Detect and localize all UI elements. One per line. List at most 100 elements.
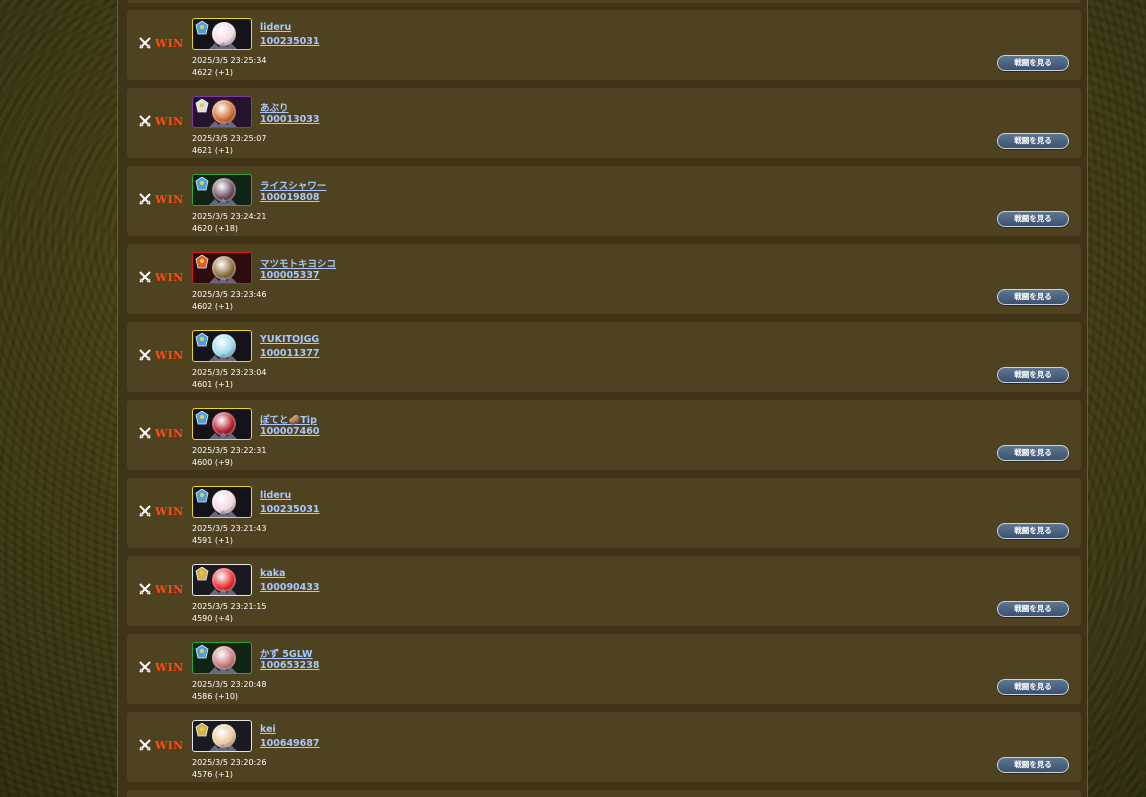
crossed-swords-icon bbox=[139, 37, 151, 49]
result-label: WIN bbox=[155, 660, 184, 674]
battle-card: WIN かず 5GLW 100653238 2025/3/5 23:20:48 … bbox=[127, 634, 1081, 704]
rating-change: 4600 (+9) bbox=[192, 458, 233, 467]
player-avatar[interactable] bbox=[192, 18, 252, 50]
crossed-swords-icon bbox=[139, 427, 151, 439]
player-id-link[interactable]: 100653238 bbox=[260, 660, 320, 671]
player-id-link[interactable]: 100090433 bbox=[260, 582, 320, 593]
player-avatar[interactable] bbox=[192, 408, 252, 440]
rating-change: 4621 (+1) bbox=[192, 146, 233, 155]
player-avatar[interactable] bbox=[192, 174, 252, 206]
player-avatar[interactable] bbox=[192, 486, 252, 518]
avatar-frame-decoration-icon bbox=[209, 354, 237, 361]
view-battle-button[interactable]: 戦闘を見る bbox=[997, 523, 1069, 539]
battle-datetime: 2025/3/5 23:25:34 bbox=[192, 56, 267, 65]
battle-datetime: 2025/3/5 23:23:04 bbox=[192, 368, 267, 377]
result-label: WIN bbox=[155, 426, 184, 440]
view-battle-button[interactable]: 戦闘を見る bbox=[997, 679, 1069, 695]
player-name-link[interactable]: かず 5GLW bbox=[260, 646, 313, 660]
player-avatar[interactable] bbox=[192, 564, 252, 596]
avatar-frame-decoration-icon bbox=[209, 666, 237, 673]
player-id-link[interactable]: 100013033 bbox=[260, 114, 320, 125]
battle-datetime: 2025/3/5 23:21:43 bbox=[192, 524, 267, 533]
battle-card: WIN lideru 100235031 2025/3/5 23:21:43 4… bbox=[127, 478, 1081, 548]
view-battle-button[interactable]: 戦闘を見る bbox=[997, 133, 1069, 149]
crossed-swords-icon bbox=[139, 271, 151, 283]
result-label: WIN bbox=[155, 270, 184, 284]
battle-card: WIN ぽてと🥔Tip 100007460 2025/3/5 23:22:31 … bbox=[127, 400, 1081, 470]
player-name-link[interactable]: kaka bbox=[260, 568, 285, 579]
crossed-swords-icon bbox=[139, 505, 151, 517]
player-avatar[interactable] bbox=[192, 720, 252, 752]
player-id-link[interactable]: 100011377 bbox=[260, 348, 320, 359]
player-id-link[interactable]: 100019808 bbox=[260, 192, 320, 203]
rating-change: 4576 (+1) bbox=[192, 770, 233, 779]
avatar-frame-decoration-icon bbox=[209, 744, 237, 751]
player-avatar[interactable] bbox=[192, 96, 252, 128]
result: WIN bbox=[139, 270, 183, 284]
result-label: WIN bbox=[155, 504, 184, 518]
rating-change: 4601 (+1) bbox=[192, 380, 233, 389]
crossed-swords-icon bbox=[139, 583, 151, 595]
player-id-link[interactable]: 100235031 bbox=[260, 504, 320, 515]
result: WIN bbox=[139, 36, 183, 50]
golden-beast-icon bbox=[195, 723, 209, 737]
player-name-link[interactable]: YUKITOJGG bbox=[260, 334, 319, 345]
player-name-link[interactable]: ぽてと🥔Tip bbox=[260, 412, 317, 426]
avatar-frame-decoration-icon bbox=[209, 432, 237, 439]
player-name-link[interactable]: あぶり bbox=[260, 100, 289, 114]
result: WIN bbox=[139, 738, 183, 752]
skull-icon bbox=[195, 99, 209, 113]
view-battle-button[interactable]: 戦闘を見る bbox=[997, 445, 1069, 461]
battle-datetime: 2025/3/5 23:20:48 bbox=[192, 680, 267, 689]
player-name-link[interactable]: lideru bbox=[260, 490, 291, 501]
avatar-frame-decoration-icon bbox=[209, 120, 237, 127]
player-id-link[interactable]: 100649687 bbox=[260, 738, 320, 749]
player-name-link[interactable]: ライスシャワー bbox=[260, 178, 326, 192]
player-id-link[interactable]: 100235031 bbox=[260, 36, 320, 47]
rating-change: 4591 (+1) bbox=[192, 536, 233, 545]
blue-knight-icon bbox=[195, 411, 209, 425]
crossed-swords-icon bbox=[139, 661, 151, 673]
battle-card: WIN YUKITOJGG 100011377 2025/3/5 23:23:0… bbox=[127, 322, 1081, 392]
next-card-edge bbox=[127, 790, 1081, 797]
crossed-swords-icon bbox=[139, 349, 151, 361]
battle-datetime: 2025/3/5 23:25:07 bbox=[192, 134, 267, 143]
result-label: WIN bbox=[155, 114, 184, 128]
view-battle-button[interactable]: 戦闘を見る bbox=[997, 289, 1069, 305]
player-avatar[interactable] bbox=[192, 252, 252, 284]
avatar-frame-decoration-icon bbox=[209, 276, 237, 283]
player-avatar[interactable] bbox=[192, 642, 252, 674]
player-id-link[interactable]: 100005337 bbox=[260, 270, 320, 281]
view-battle-button[interactable]: 戦闘を見る bbox=[997, 55, 1069, 71]
blue-knight-icon bbox=[195, 645, 209, 659]
result: WIN bbox=[139, 426, 183, 440]
blue-knight-icon bbox=[195, 333, 209, 347]
result: WIN bbox=[139, 660, 183, 674]
view-battle-button[interactable]: 戦闘を見る bbox=[997, 367, 1069, 383]
result-label: WIN bbox=[155, 582, 184, 596]
battle-card: WIN kei 100649687 2025/3/5 23:20:26 4576… bbox=[127, 712, 1081, 782]
player-name-link[interactable]: lideru bbox=[260, 22, 291, 33]
view-battle-button[interactable]: 戦闘を見る bbox=[997, 601, 1069, 617]
player-name-link[interactable]: マツモトキヨシコ bbox=[260, 256, 336, 270]
rating-change: 4590 (+4) bbox=[192, 614, 233, 623]
result-label: WIN bbox=[155, 192, 184, 206]
player-id-link[interactable]: 100007460 bbox=[260, 426, 320, 437]
golden-beast-icon bbox=[195, 567, 209, 581]
rating-change: 4586 (+10) bbox=[192, 692, 239, 701]
view-battle-button[interactable]: 戦闘を見る bbox=[997, 211, 1069, 227]
rating-change: 4602 (+1) bbox=[192, 302, 233, 311]
blue-knight-icon bbox=[195, 177, 209, 191]
view-battle-button[interactable]: 戦闘を見る bbox=[997, 757, 1069, 773]
player-avatar[interactable] bbox=[192, 330, 252, 362]
dragon-icon bbox=[195, 255, 209, 269]
battle-datetime: 2025/3/5 23:23:46 bbox=[192, 290, 267, 299]
crossed-swords-icon bbox=[139, 739, 151, 751]
player-name-link[interactable]: kei bbox=[260, 724, 276, 735]
battle-card: WIN ライスシャワー 100019808 2025/3/5 23:24:21 … bbox=[127, 166, 1081, 236]
blue-knight-icon bbox=[195, 21, 209, 35]
rating-change: 4622 (+1) bbox=[192, 68, 233, 77]
blue-knight-icon bbox=[195, 489, 209, 503]
result-label: WIN bbox=[155, 36, 184, 50]
battle-datetime: 2025/3/5 23:21:15 bbox=[192, 602, 267, 611]
